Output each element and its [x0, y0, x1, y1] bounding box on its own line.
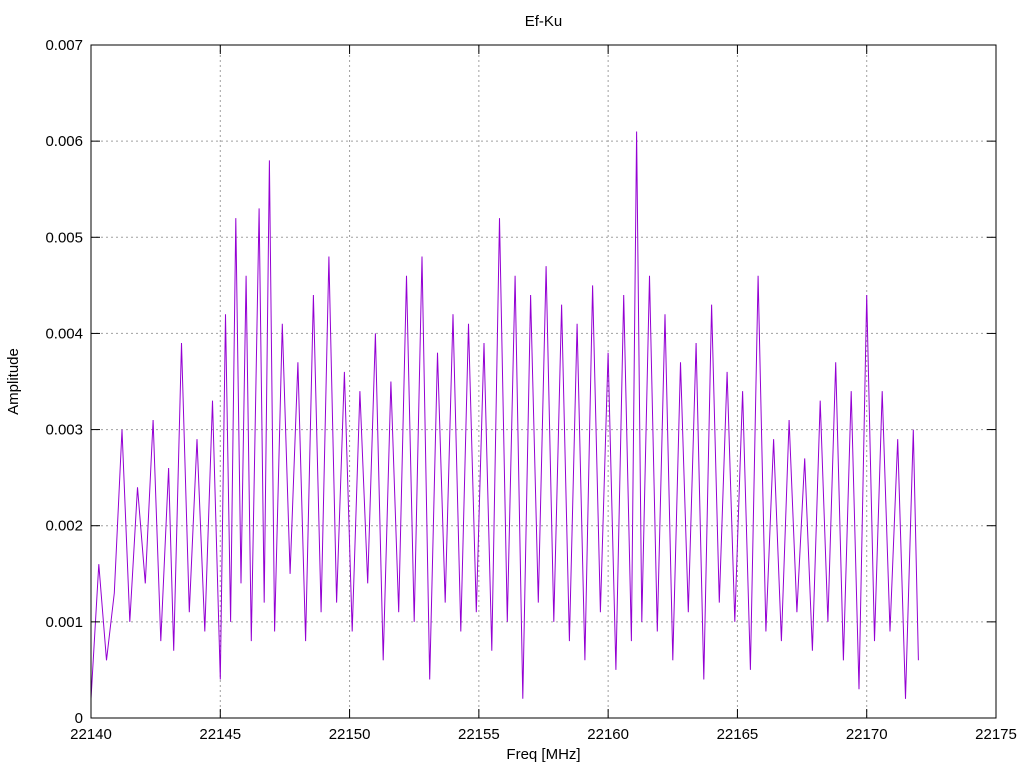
x-tick-label: 22150 — [329, 726, 371, 743]
y-tick-label: 0 — [75, 710, 83, 727]
x-tick-label: 22175 — [975, 726, 1017, 743]
x-axis-label: Freq [MHz] — [506, 746, 580, 763]
y-tick-label: 0.003 — [45, 422, 83, 439]
data-series — [90, 131, 919, 699]
y-tick-label: 0.001 — [45, 614, 83, 631]
y-axis-label: Amplitude — [5, 348, 22, 415]
chart: 22140 22145 22150 22155 22160 22165 22170 22175… — [5, 13, 1017, 763]
y-tick-label: 0.002 — [45, 518, 83, 535]
x-tick-label: 22160 — [587, 726, 629, 743]
x-tick-label: 22165 — [717, 726, 759, 743]
x-tick-label: 22170 — [846, 726, 888, 743]
y-tick-label: 0.007 — [45, 37, 83, 54]
y-tick-label: 0.006 — [45, 133, 83, 150]
chart-title: Ef-Ku — [525, 13, 563, 30]
ticks: 22140 22145 22150 22155 22160 22165 22170 22175… — [45, 37, 1016, 743]
x-tick-label: 22140 — [70, 726, 112, 743]
y-tick-label: 0.004 — [45, 325, 83, 342]
series-line — [90, 131, 919, 699]
x-tick-label: 22155 — [458, 726, 500, 743]
x-tick-label: 22145 — [199, 726, 241, 743]
y-tick-label: 0.005 — [45, 229, 83, 246]
